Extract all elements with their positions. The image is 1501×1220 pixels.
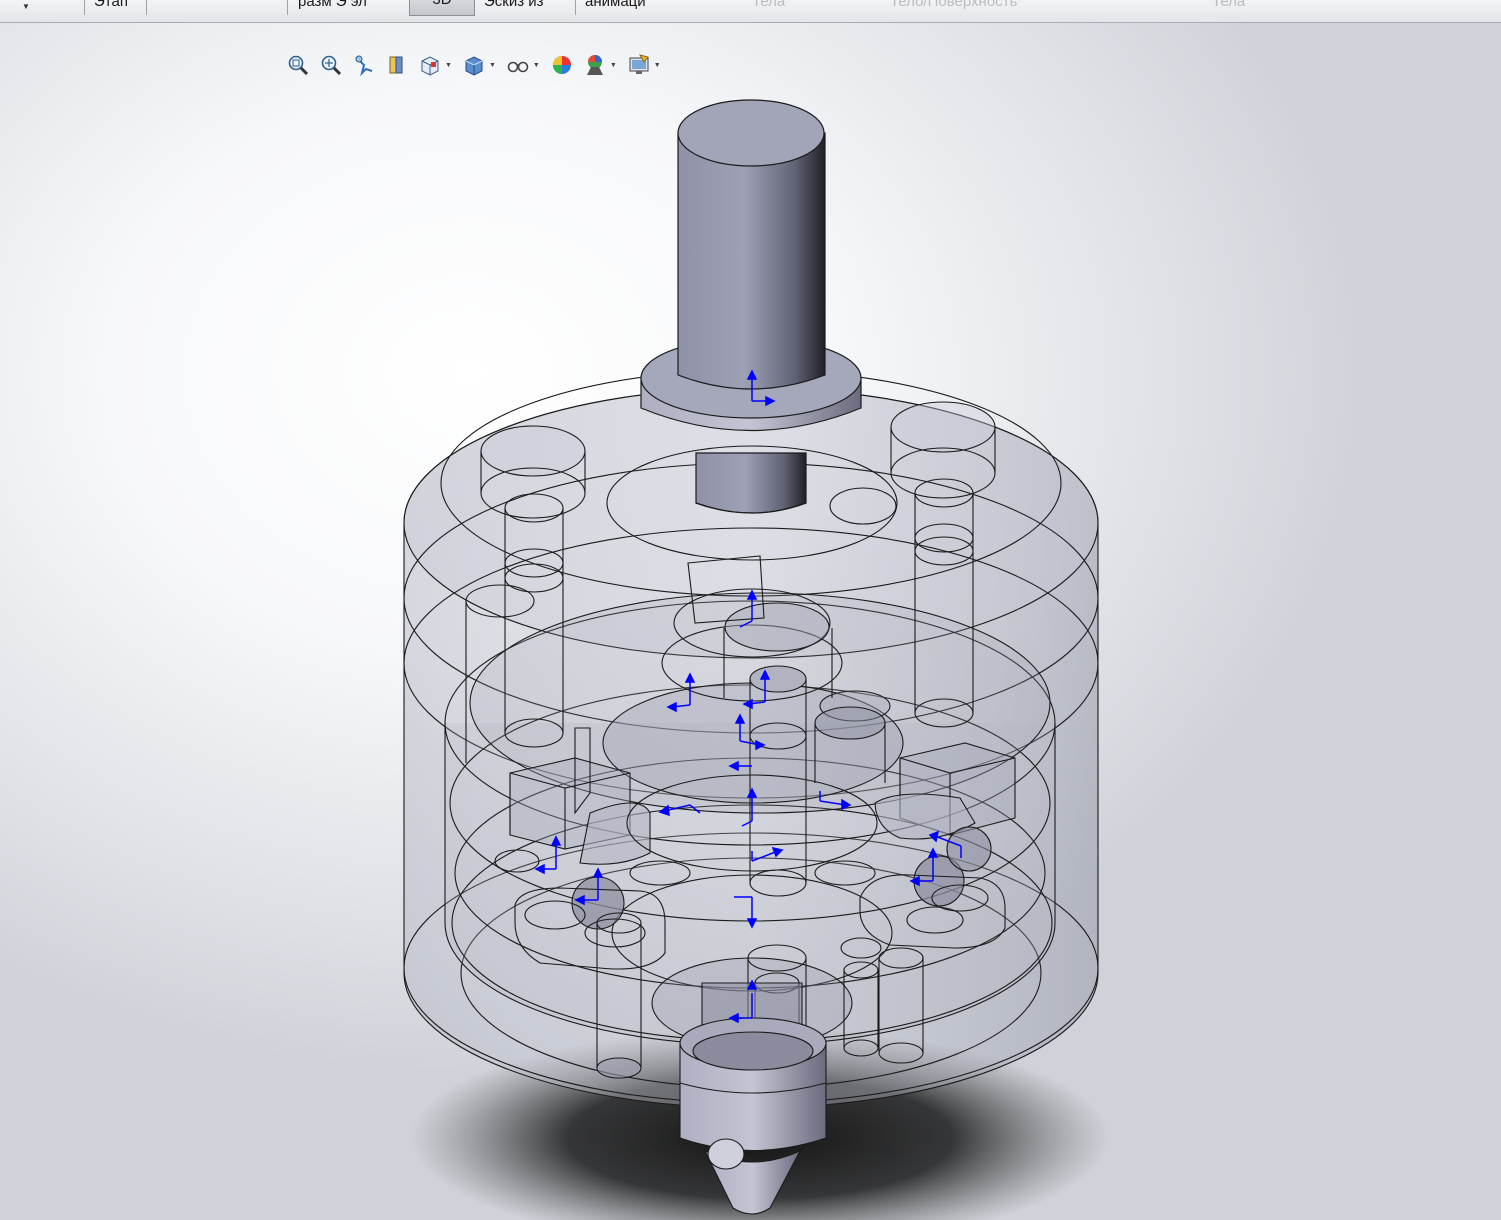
upper-shaft bbox=[677, 132, 826, 390]
separator bbox=[84, 0, 85, 15]
tab-dimension[interactable]: разм Э эл bbox=[298, 0, 367, 13]
tab-sketch[interactable]: Эскиз из bbox=[484, 0, 544, 13]
separator bbox=[287, 0, 288, 15]
tab-3d[interactable]: 3D bbox=[409, 0, 475, 16]
graphics-viewport[interactable]: ▼ ▼ ▼ ▼ ▼ bbox=[0, 23, 1501, 1220]
separator bbox=[575, 0, 576, 15]
cad-assembly-model[interactable] bbox=[0, 23, 1501, 1220]
command-manager-bar: ▼ Этап разм Э эл 3D Эскиз из анимаци Тел… bbox=[0, 0, 1501, 23]
separator bbox=[146, 0, 147, 15]
chevron-down-icon[interactable]: ▼ bbox=[22, 2, 30, 11]
tab-3d-label: 3D bbox=[410, 0, 474, 8]
tab-stage[interactable]: Этап bbox=[94, 0, 128, 13]
upper-shaft-top bbox=[677, 99, 825, 167]
tab-animation[interactable]: анимаци bbox=[585, 0, 646, 13]
tab-body-surface[interactable]: Тело/Поверхность bbox=[890, 0, 1017, 13]
tab-bodies-2[interactable]: Тела bbox=[1212, 0, 1245, 13]
tab-bodies[interactable]: Тела bbox=[752, 0, 785, 13]
middle-shaft bbox=[695, 452, 807, 514]
